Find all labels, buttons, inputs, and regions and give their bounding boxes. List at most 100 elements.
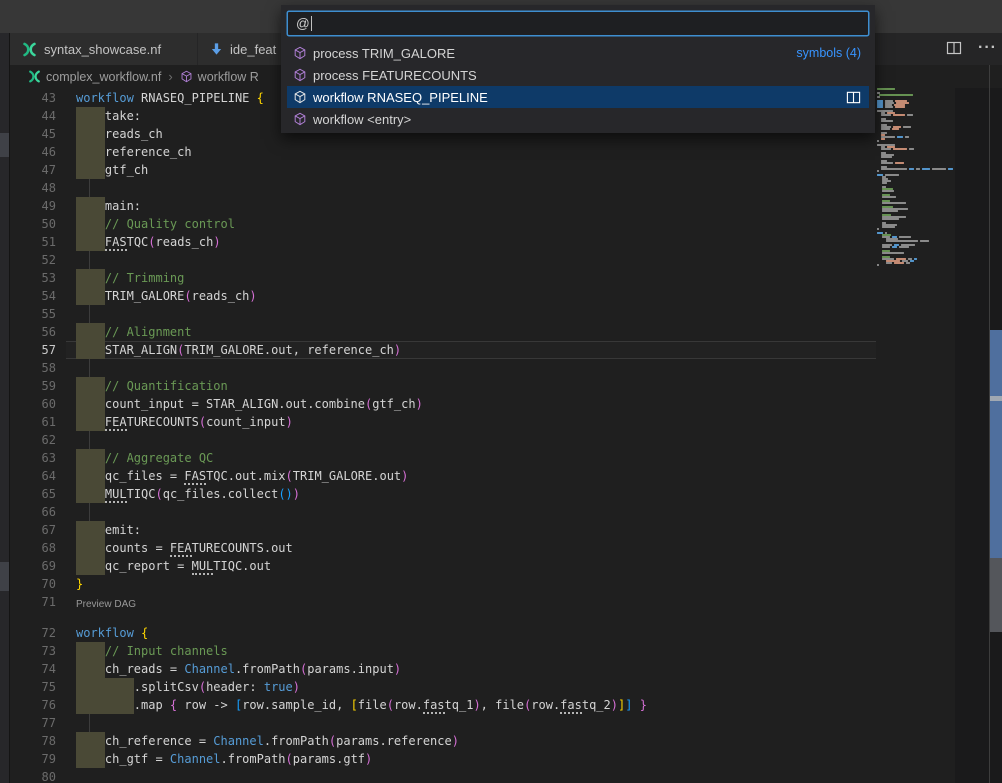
code-line[interactable]: 58 bbox=[10, 359, 876, 377]
code-text: } bbox=[76, 575, 83, 593]
line-number[interactable]: 69 bbox=[10, 557, 56, 575]
code-text: // Alignment bbox=[76, 323, 192, 341]
minimap[interactable] bbox=[876, 88, 955, 783]
quickpick-item[interactable]: workflow RNASEQ_PIPELINE bbox=[287, 86, 869, 108]
code-line[interactable]: 60 count_input = STAR_ALIGN.out.combine(… bbox=[10, 395, 876, 413]
minimap-line bbox=[877, 96, 882, 98]
minimap-line bbox=[882, 226, 897, 228]
minimap-line bbox=[881, 138, 887, 140]
line-number[interactable]: 50 bbox=[10, 215, 56, 233]
line-number[interactable]: 73 bbox=[10, 642, 56, 660]
scrollbar-slider[interactable] bbox=[990, 558, 1002, 632]
line-number[interactable]: 74 bbox=[10, 660, 56, 678]
line-number[interactable]: 53 bbox=[10, 269, 56, 287]
breadcrumb-file[interactable]: complex_workflow.nf bbox=[46, 70, 161, 84]
code-line[interactable]: 62 bbox=[10, 431, 876, 449]
code-line[interactable]: 66 bbox=[10, 503, 876, 521]
line-number[interactable]: 68 bbox=[10, 539, 56, 557]
code-line[interactable]: 52 bbox=[10, 251, 876, 269]
codelens-preview-dag[interactable]: Preview DAG bbox=[76, 598, 136, 611]
quickpick-item[interactable]: workflow <entry> bbox=[287, 108, 869, 130]
line-number[interactable]: 78 bbox=[10, 732, 56, 750]
line-number[interactable]: 57 bbox=[10, 341, 56, 359]
code-line[interactable]: 51 FASTQC(reads_ch) bbox=[10, 233, 876, 251]
open-to-side-icon[interactable] bbox=[846, 90, 861, 105]
line-number[interactable]: 71 bbox=[10, 593, 56, 611]
code-line[interactable]: 46 reference_ch bbox=[10, 143, 876, 161]
code-line[interactable]: 49 main: bbox=[10, 197, 876, 215]
line-number[interactable]: 56 bbox=[10, 323, 56, 341]
code-line[interactable]: 64 qc_files = FASTQC.out.mix(TRIM_GALORE… bbox=[10, 467, 876, 485]
line-number[interactable]: 76 bbox=[10, 696, 56, 714]
split-editor-icon[interactable] bbox=[946, 40, 962, 56]
code-line[interactable]: 77 bbox=[10, 714, 876, 732]
line-number[interactable]: 55 bbox=[10, 305, 56, 323]
code-line[interactable]: 75 .splitCsv(header: true) bbox=[10, 678, 876, 696]
code-line[interactable]: 70} bbox=[10, 575, 876, 593]
line-number[interactable]: 66 bbox=[10, 503, 56, 521]
line-number[interactable]: 62 bbox=[10, 431, 56, 449]
line-number[interactable]: 43 bbox=[10, 89, 56, 107]
line-number[interactable]: 63 bbox=[10, 449, 56, 467]
line-number[interactable]: 70 bbox=[10, 575, 56, 593]
line-number[interactable]: 77 bbox=[10, 714, 56, 732]
indent-guide bbox=[89, 305, 90, 323]
code-text: .map { row -> [row.sample_id, [file(row.… bbox=[76, 696, 647, 714]
line-number[interactable]: 52 bbox=[10, 251, 56, 269]
code-line[interactable]: 74 ch_reads = Channel.fromPath(params.in… bbox=[10, 660, 876, 678]
code-editor[interactable]: 43workflow RNASEQ_PIPELINE {44 take:45 r… bbox=[10, 88, 876, 783]
code-line[interactable]: 68 counts = FEATURECOUNTS.out bbox=[10, 539, 876, 557]
nextflow-icon bbox=[28, 70, 41, 83]
quickpick-input[interactable]: @ bbox=[287, 11, 869, 36]
code-line[interactable]: 67 emit: bbox=[10, 521, 876, 539]
line-number[interactable]: 54 bbox=[10, 287, 56, 305]
line-number[interactable]: 67 bbox=[10, 521, 56, 539]
code-line[interactable]: 48 bbox=[10, 179, 876, 197]
code-line[interactable]: 73 // Input channels bbox=[10, 642, 876, 660]
quickpick-item[interactable]: process TRIM_GALORE symbols (4) bbox=[287, 42, 869, 64]
breadcrumb-symbol[interactable]: workflow R bbox=[198, 70, 259, 84]
line-number[interactable]: 65 bbox=[10, 485, 56, 503]
code-line[interactable]: 56 // Alignment bbox=[10, 323, 876, 341]
code-line[interactable]: 53 // Trimming bbox=[10, 269, 876, 287]
line-number[interactable]: 47 bbox=[10, 161, 56, 179]
line-number[interactable]: 44 bbox=[10, 107, 56, 125]
line-number[interactable]: 75 bbox=[10, 678, 56, 696]
code-line[interactable]: 71 bbox=[10, 593, 876, 611]
code-line[interactable]: 61 FEATURECOUNTS(count_input) bbox=[10, 413, 876, 431]
quickpick-item[interactable]: process FEATURECOUNTS bbox=[287, 64, 869, 86]
line-number[interactable]: 79 bbox=[10, 750, 56, 768]
line-number[interactable]: 49 bbox=[10, 197, 56, 215]
code-line[interactable]: 76 .map { row -> [row.sample_id, [file(r… bbox=[10, 696, 876, 714]
minimap-line bbox=[882, 182, 889, 184]
line-number[interactable]: 58 bbox=[10, 359, 56, 377]
overview-range-decoration[interactable] bbox=[990, 330, 1002, 558]
code-line[interactable]: 57 STAR_ALIGN(TRIM_GALORE.out, reference… bbox=[10, 341, 876, 359]
code-line[interactable]: 78 ch_reference = Channel.fromPath(param… bbox=[10, 732, 876, 750]
code-line[interactable]: 54 TRIM_GALORE(reads_ch) bbox=[10, 287, 876, 305]
line-number[interactable]: 45 bbox=[10, 125, 56, 143]
line-number[interactable]: 46 bbox=[10, 143, 56, 161]
line-number[interactable]: 80 bbox=[10, 768, 56, 783]
arrow-down-icon bbox=[210, 42, 223, 56]
line-number[interactable]: 59 bbox=[10, 377, 56, 395]
line-number[interactable]: 72 bbox=[10, 624, 56, 642]
code-line[interactable]: 59 // Quantification bbox=[10, 377, 876, 395]
line-number[interactable]: 60 bbox=[10, 395, 56, 413]
code-line[interactable]: 79 ch_gtf = Channel.fromPath(params.gtf) bbox=[10, 750, 876, 768]
more-actions-icon[interactable]: ··· bbox=[978, 40, 997, 56]
line-number[interactable]: 64 bbox=[10, 467, 56, 485]
code-line[interactable]: 50 // Quality control bbox=[10, 215, 876, 233]
line-number[interactable]: 61 bbox=[10, 413, 56, 431]
code-line[interactable]: 69 qc_report = MULTIQC.out bbox=[10, 557, 876, 575]
line-number[interactable]: 51 bbox=[10, 233, 56, 251]
line-number[interactable]: 48 bbox=[10, 179, 56, 197]
code-line[interactable]: 47 gtf_ch bbox=[10, 161, 876, 179]
tab-syntax-showcase[interactable]: syntax_showcase.nf bbox=[10, 33, 197, 65]
code-text: reference_ch bbox=[76, 143, 192, 161]
code-line[interactable]: 72workflow { bbox=[10, 624, 876, 642]
code-line[interactable]: 63 // Aggregate QC bbox=[10, 449, 876, 467]
code-line[interactable]: 80 bbox=[10, 768, 876, 783]
code-line[interactable]: 55 bbox=[10, 305, 876, 323]
code-line[interactable]: 65 MULTIQC(qc_files.collect()) bbox=[10, 485, 876, 503]
